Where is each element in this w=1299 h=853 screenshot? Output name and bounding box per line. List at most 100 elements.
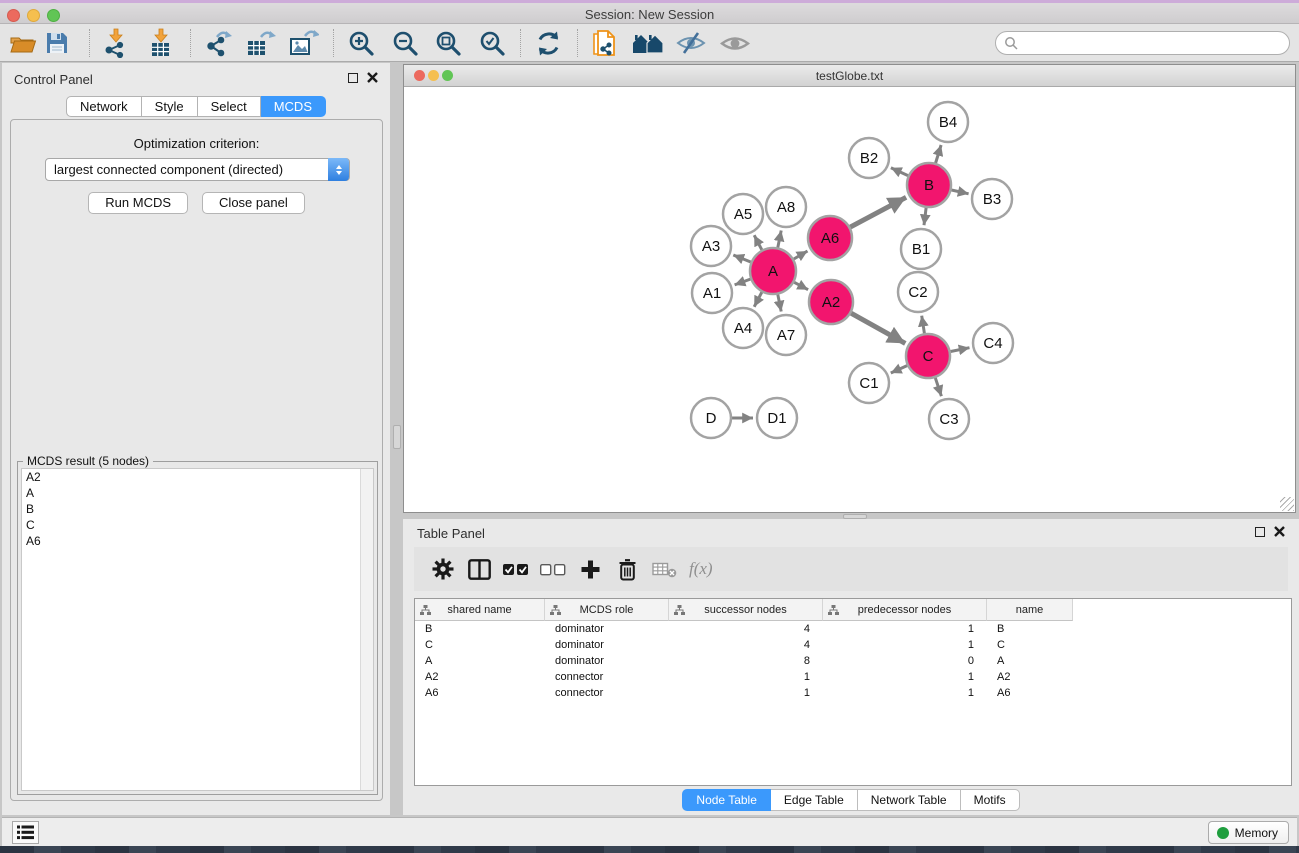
table-cell[interactable]: 4: [669, 621, 823, 637]
column-header-shared-name[interactable]: shared name: [415, 599, 545, 621]
combo-stepper-icon[interactable]: [328, 158, 349, 181]
column-header-mcds-role[interactable]: MCDS role: [545, 599, 669, 621]
search-input[interactable]: [1023, 36, 1289, 50]
graph-node-A[interactable]: A: [750, 248, 796, 294]
function-builder-fx-icon[interactable]: f(x): [689, 559, 713, 579]
table-cell[interactable]: B: [415, 621, 545, 637]
table-row[interactable]: A2connector11A2: [415, 669, 1291, 685]
mcds-result-item[interactable]: C: [22, 517, 373, 533]
table-cell[interactable]: 1: [823, 621, 987, 637]
table-cell[interactable]: 1: [823, 685, 987, 701]
tab-edge-table[interactable]: Edge Table: [771, 789, 858, 811]
delete-column-trash-icon[interactable]: [609, 558, 646, 581]
graph-node-C[interactable]: C: [906, 334, 950, 378]
graph-node-A7[interactable]: A7: [766, 315, 806, 355]
search-box[interactable]: [995, 31, 1290, 55]
graph-node-B3[interactable]: B3: [972, 179, 1012, 219]
edge-C-C3[interactable]: [935, 378, 941, 396]
edge-A-A5[interactable]: [754, 235, 762, 250]
table-cell[interactable]: 4: [669, 637, 823, 653]
graph-node-A1[interactable]: A1: [692, 273, 732, 313]
tab-network[interactable]: Network: [66, 96, 142, 117]
mcds-result-item[interactable]: A6: [22, 533, 373, 549]
network-canvas[interactable]: AA1A2A3A4A5A6A7A8BB1B2B3B4CC1C2C3C4DD1: [404, 87, 1295, 513]
table-cell[interactable]: connector: [545, 669, 669, 685]
edge-B-B3[interactable]: [952, 190, 969, 194]
zoom-out-icon[interactable]: [391, 28, 419, 58]
edge-A-A6[interactable]: [794, 251, 808, 259]
table-cell[interactable]: A6: [415, 685, 545, 701]
zoom-fit-icon[interactable]: [434, 28, 462, 58]
graph-node-C4[interactable]: C4: [973, 323, 1013, 363]
optimization-criterion-select[interactable]: largest connected component (directed): [45, 158, 350, 181]
graph-node-A6[interactable]: A6: [808, 216, 852, 260]
task-history-list-icon[interactable]: [12, 821, 39, 844]
graph-node-D[interactable]: D: [691, 398, 731, 438]
edge-B-B2[interactable]: [891, 168, 908, 176]
vertical-splitter-handle[interactable]: [393, 425, 401, 449]
table-cell[interactable]: 0: [823, 653, 987, 669]
import-network-icon[interactable]: [101, 28, 131, 58]
hide-graphics-details-icon[interactable]: [676, 28, 706, 58]
table-row[interactable]: A6connector11A6: [415, 685, 1291, 701]
zoom-in-icon[interactable]: [347, 28, 375, 58]
float-table-panel-icon[interactable]: [1255, 527, 1265, 537]
close-panel-icon[interactable]: [367, 72, 378, 83]
edge-C-C4[interactable]: [951, 348, 970, 352]
import-table-icon[interactable]: [146, 28, 176, 58]
run-mcds-button[interactable]: Run MCDS: [88, 192, 188, 214]
edge-B-B1[interactable]: [924, 208, 926, 225]
graph-node-B1[interactable]: B1: [901, 229, 941, 269]
table-cell[interactable]: 1: [823, 637, 987, 653]
edge-A-A7[interactable]: [778, 295, 781, 312]
graph-node-B4[interactable]: B4: [928, 102, 968, 142]
edge-A-A1[interactable]: [735, 279, 751, 285]
add-column-plus-icon[interactable]: [572, 559, 609, 580]
table-cell[interactable]: A2: [987, 669, 1073, 685]
graph-node-A2[interactable]: A2: [809, 280, 853, 324]
edge-A-A2[interactable]: [794, 282, 808, 289]
refresh-icon[interactable]: [535, 28, 562, 58]
column-header-predecessor-nodes[interactable]: predecessor nodes: [823, 599, 987, 621]
table-row[interactable]: Adominator80A: [415, 653, 1291, 669]
deselect-all-rows-icon[interactable]: [535, 563, 572, 576]
table-cell[interactable]: dominator: [545, 653, 669, 669]
table-cell[interactable]: connector: [545, 685, 669, 701]
export-network-icon[interactable]: [203, 28, 233, 58]
graph-node-A5[interactable]: A5: [723, 194, 763, 234]
graph-node-A8[interactable]: A8: [766, 187, 806, 227]
graph-node-C1[interactable]: C1: [849, 363, 889, 403]
edge-A6-B[interactable]: [850, 197, 906, 227]
graph-node-C2[interactable]: C2: [898, 272, 938, 312]
table-cell[interactable]: A6: [987, 685, 1073, 701]
mcds-result-list[interactable]: A2ABCA6: [21, 468, 374, 791]
mcds-result-item[interactable]: A2: [22, 469, 373, 485]
horizontal-splitter-handle[interactable]: [843, 514, 867, 519]
edge-C-C2[interactable]: [922, 316, 925, 334]
tab-network-table[interactable]: Network Table: [858, 789, 961, 811]
table-cell[interactable]: 8: [669, 653, 823, 669]
graph-node-D1[interactable]: D1: [757, 398, 797, 438]
graph-node-B2[interactable]: B2: [849, 138, 889, 178]
column-header-successor-nodes[interactable]: successor nodes: [669, 599, 823, 621]
scrollbar[interactable]: [360, 469, 373, 790]
table-cell[interactable]: dominator: [545, 621, 669, 637]
table-cell[interactable]: C: [987, 637, 1073, 653]
graph-node-C3[interactable]: C3: [929, 399, 969, 439]
edge-A-A4[interactable]: [754, 292, 762, 307]
table-cell[interactable]: 1: [669, 669, 823, 685]
tab-style[interactable]: Style: [142, 96, 198, 117]
close-panel-button[interactable]: Close panel: [202, 192, 305, 214]
table-cell[interactable]: 1: [669, 685, 823, 701]
select-all-rows-icon[interactable]: [498, 563, 535, 576]
mcds-result-item[interactable]: B: [22, 501, 373, 517]
table-row[interactable]: Cdominator41C: [415, 637, 1291, 653]
home-view-icon[interactable]: [632, 28, 665, 58]
edge-B-B4[interactable]: [936, 145, 942, 163]
edge-A-A3[interactable]: [733, 255, 750, 262]
delete-table-icon[interactable]: [646, 561, 683, 578]
table-cell[interactable]: A: [415, 653, 545, 669]
network-window-titlebar[interactable]: testGlobe.txt: [404, 65, 1295, 87]
zoom-selected-icon[interactable]: [478, 28, 506, 58]
window-resize-grip[interactable]: [1280, 497, 1294, 511]
